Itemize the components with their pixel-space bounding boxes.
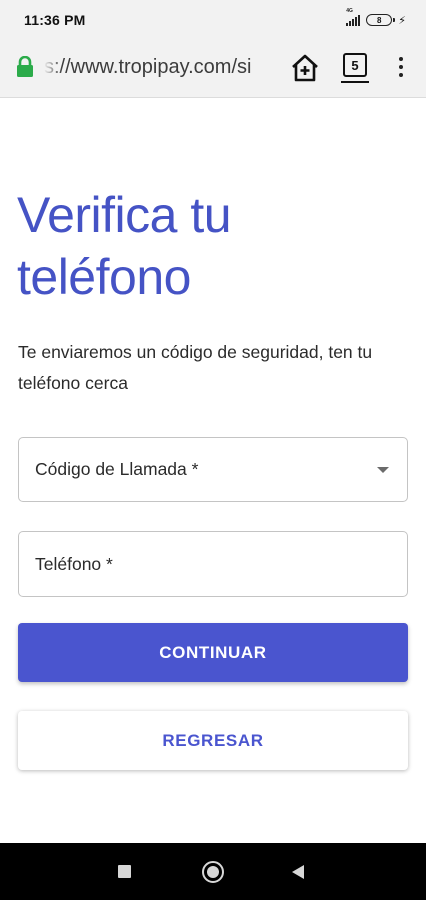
home-plus-icon[interactable] bbox=[290, 53, 320, 83]
screen: 11:36 PM 4G 8 ⚡ s://www.tropipay.com/si bbox=[0, 0, 426, 900]
charging-icon: ⚡ bbox=[398, 14, 406, 27]
back-icon[interactable] bbox=[292, 865, 304, 879]
battery-icon: 8 bbox=[366, 14, 396, 26]
back-button[interactable]: REGRESAR bbox=[18, 711, 408, 770]
calling-code-select[interactable]: Código de Llamada * bbox=[18, 437, 408, 502]
status-icons: 4G 8 ⚡ bbox=[346, 8, 406, 27]
network-type-label: 4G bbox=[346, 8, 353, 14]
address-bar[interactable]: s://www.tropipay.com/si bbox=[44, 54, 276, 80]
lock-icon[interactable] bbox=[16, 56, 34, 78]
phone-input[interactable]: Teléfono * bbox=[18, 531, 408, 597]
tab-count: 5 bbox=[351, 57, 359, 73]
battery-level: 8 bbox=[377, 15, 382, 25]
recent-apps-icon[interactable] bbox=[118, 865, 131, 878]
status-time: 11:36 PM bbox=[24, 12, 86, 28]
calling-code-label: Código de Llamada * bbox=[35, 459, 199, 479]
tab-switcher-button[interactable]: 5 bbox=[343, 53, 367, 77]
page-title: Verifica tu teléfono bbox=[17, 184, 407, 308]
browser-toolbar: s://www.tropipay.com/si 5 bbox=[0, 40, 426, 98]
tab-switcher-underline bbox=[341, 81, 369, 83]
continue-button[interactable]: CONTINUAR bbox=[18, 623, 408, 682]
signal-icon: 4G bbox=[346, 8, 361, 26]
page-title-line2: teléfono bbox=[17, 249, 191, 305]
dropdown-arrow-icon bbox=[377, 466, 389, 473]
overflow-menu-icon[interactable] bbox=[394, 54, 408, 80]
status-bar: 11:36 PM 4G 8 ⚡ bbox=[0, 0, 426, 40]
system-nav-bar bbox=[0, 843, 426, 900]
page-subtitle: Te enviaremos un código de seguridad, te… bbox=[18, 342, 373, 393]
page-title-line1: Verifica tu bbox=[17, 187, 232, 243]
phone-label: Teléfono * bbox=[35, 553, 113, 574]
home-icon[interactable] bbox=[202, 861, 224, 883]
